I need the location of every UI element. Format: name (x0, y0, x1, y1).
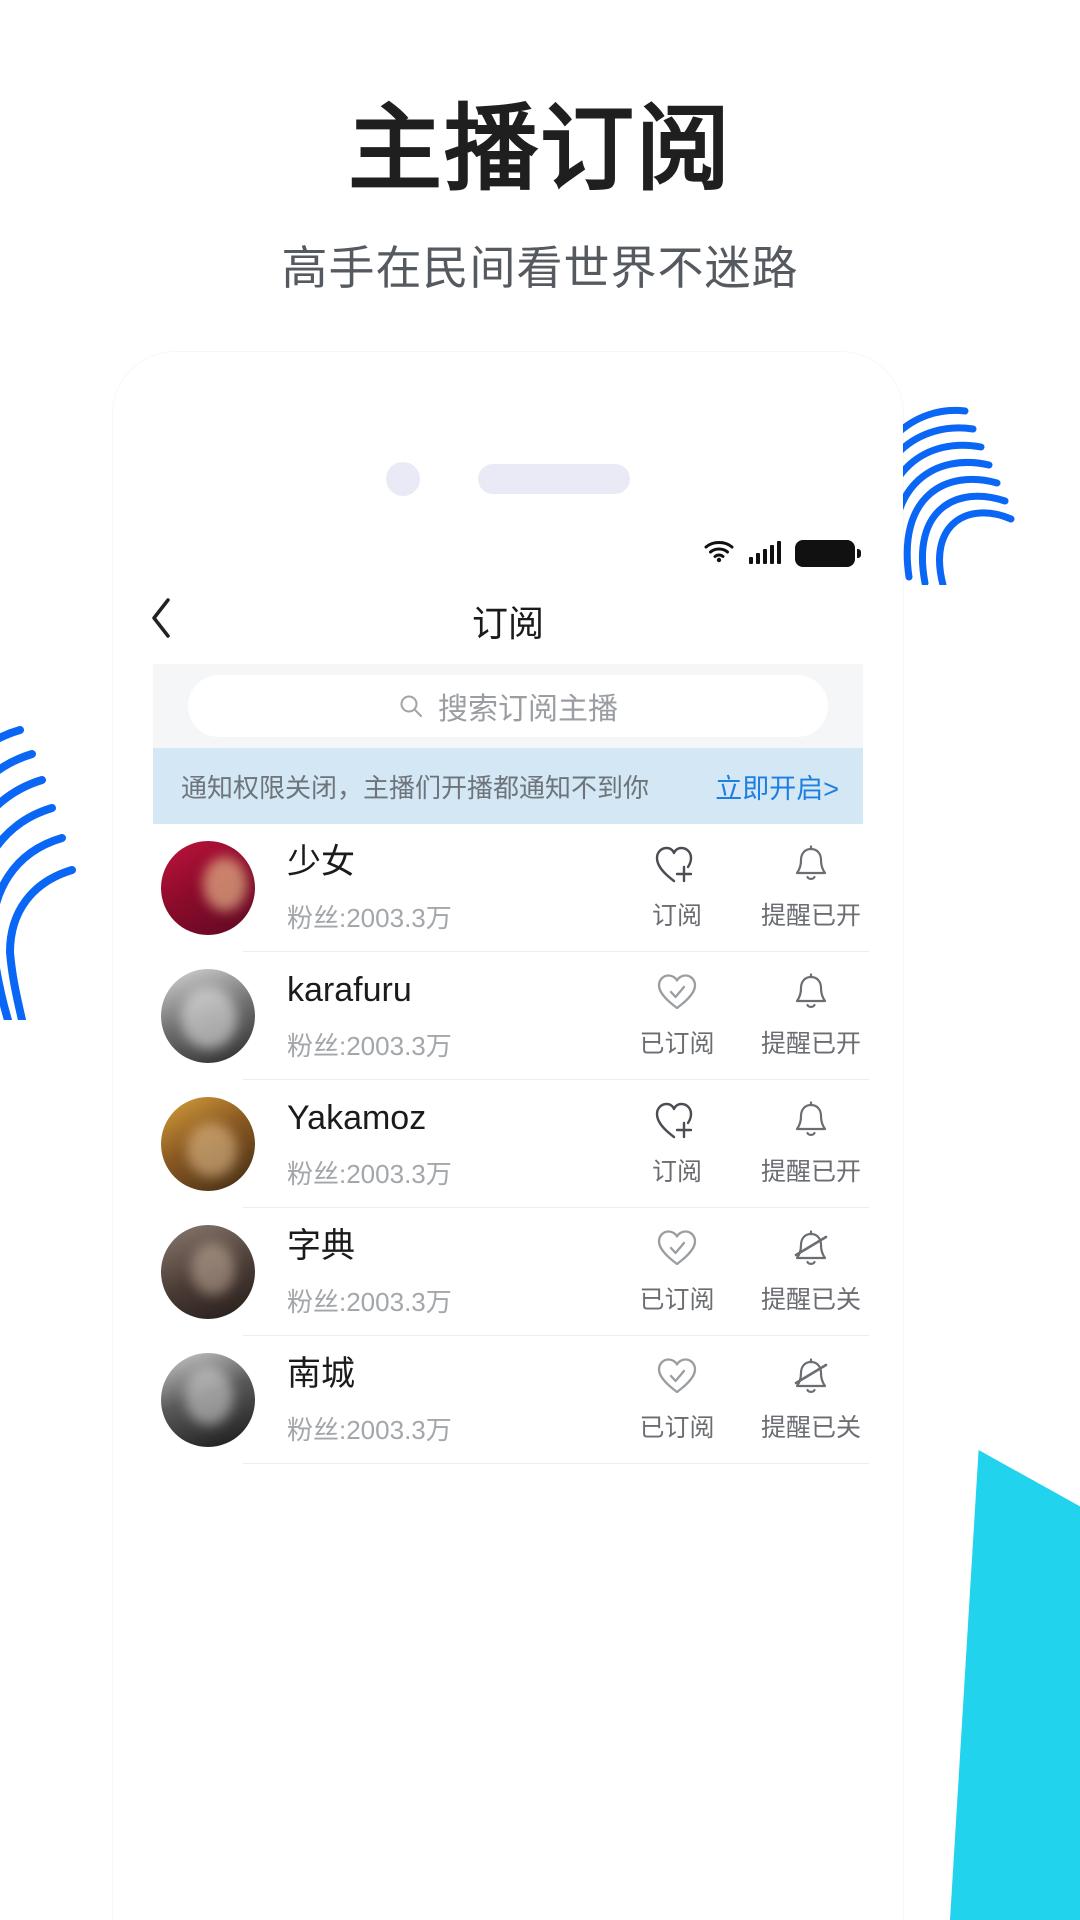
fans-count: 粉丝:2003.3万 (287, 1158, 452, 1189)
remind-label: 提醒已关 (760, 1286, 861, 1314)
row-actions: 已订阅 提醒已关 (619, 1228, 869, 1316)
bell-icon (791, 1100, 831, 1142)
camera-dot (386, 462, 420, 496)
avatar (161, 841, 255, 935)
app-navbar: 订阅 (113, 584, 903, 658)
banner-message: 通知权限关闭，主播们开播都通知不到你 (181, 772, 650, 803)
page-subtitle: 高手在民间看世界不迷路 (281, 242, 799, 294)
table-row[interactable]: Yakamoz 粉丝:2003.3万 订阅 提醒已开 (113, 1080, 903, 1208)
fans-count: 粉丝:2003.3万 (287, 1286, 452, 1317)
cellular-signal-icon (749, 541, 781, 564)
subscribe-button[interactable]: 已订阅 (619, 1228, 735, 1316)
battery-icon (795, 539, 861, 567)
fans-count: 粉丝:2003.3万 (287, 1414, 452, 1445)
remind-label: 提醒已开 (760, 1030, 861, 1058)
remind-button[interactable]: 提醒已开 (753, 1100, 869, 1188)
bell-icon (791, 972, 831, 1014)
avatar (161, 1353, 255, 1447)
streamer-name: Yakamoz (287, 1099, 427, 1138)
subscribe-label: 订阅 (651, 1158, 702, 1186)
avatar (161, 1097, 255, 1191)
heart-check-icon (654, 1228, 700, 1270)
subscribe-button[interactable]: 已订阅 (619, 1356, 735, 1444)
table-row[interactable]: karafuru 粉丝:2003.3万 已订阅 提醒已开 (113, 952, 903, 1080)
heart-check-icon (654, 972, 700, 1014)
streamer-info: karafuru 粉丝:2003.3万 (255, 969, 619, 1063)
avatar (161, 969, 255, 1063)
subscription-list: 少女 粉丝:2003.3万 订阅 提醒已开 karafuru 粉丝:2003.3… (113, 824, 903, 1464)
bell-slash-icon (790, 1228, 832, 1270)
fans-count: 粉丝:2003.3万 (287, 902, 452, 933)
phone-mockup: 订阅 搜索订阅主播 通知权限关闭，主播们开播都通知不到你 立即开启> 少女 粉丝… (113, 352, 903, 1920)
streamer-name: 字典 (287, 1227, 355, 1266)
table-row[interactable]: 字典 粉丝:2003.3万 已订阅 提醒已关 (113, 1208, 903, 1336)
subscribe-label: 已订阅 (639, 1030, 715, 1058)
table-row[interactable]: 南城 粉丝:2003.3万 已订阅 提醒已关 (113, 1336, 903, 1464)
heart-check-icon (654, 1356, 700, 1398)
bell-icon (791, 844, 831, 886)
remind-button[interactable]: 提醒已关 (753, 1228, 869, 1316)
notification-permission-banner: 通知权限关闭，主播们开播都通知不到你 立即开启> (153, 748, 863, 824)
page-title: 主播订阅 (347, 96, 732, 201)
search-input[interactable]: 搜索订阅主播 (188, 675, 828, 737)
heart-plus-icon (654, 844, 700, 886)
navbar-title: 订阅 (471, 603, 544, 644)
fingerprint-graphic-left (0, 720, 80, 1020)
subscribe-button[interactable]: 已订阅 (619, 972, 735, 1060)
subscribe-label: 已订阅 (639, 1286, 715, 1314)
wifi-icon (703, 539, 735, 568)
subscribe-label: 订阅 (651, 902, 702, 930)
bell-slash-icon (790, 1356, 832, 1398)
remind-button[interactable]: 提醒已关 (753, 1356, 869, 1444)
streamer-info: 南城 粉丝:2003.3万 (255, 1353, 619, 1447)
accent-shape-cyan (950, 1450, 1080, 1920)
remind-label: 提醒已开 (760, 1158, 861, 1186)
row-actions: 已订阅 提醒已关 (619, 1356, 869, 1444)
row-actions: 已订阅 提醒已开 (619, 972, 869, 1060)
streamer-name: 南城 (287, 1355, 355, 1394)
speaker-bar (478, 464, 630, 494)
streamer-info: Yakamoz 粉丝:2003.3万 (255, 1097, 619, 1191)
enable-notifications-link[interactable]: 立即开启> (715, 767, 839, 806)
remind-label: 提醒已关 (760, 1414, 861, 1442)
streamer-name: 少女 (287, 843, 355, 882)
remind-button[interactable]: 提醒已开 (753, 972, 869, 1060)
row-actions: 订阅 提醒已开 (619, 844, 869, 932)
subscribe-button[interactable]: 订阅 (619, 1100, 735, 1188)
streamer-name: karafuru (287, 971, 412, 1010)
search-placeholder: 搜索订阅主播 (438, 693, 618, 726)
status-bar (113, 530, 903, 576)
row-actions: 订阅 提醒已开 (619, 1100, 869, 1188)
remind-label: 提醒已开 (760, 902, 861, 930)
fans-count: 粉丝:2003.3万 (287, 1030, 452, 1061)
table-row[interactable]: 少女 粉丝:2003.3万 订阅 提醒已开 (113, 824, 903, 952)
streamer-info: 少女 粉丝:2003.3万 (255, 841, 619, 935)
subscribe-label: 已订阅 (639, 1414, 715, 1442)
remind-button[interactable]: 提醒已开 (753, 844, 869, 932)
heart-plus-icon (654, 1100, 700, 1142)
subscribe-button[interactable]: 订阅 (619, 844, 735, 932)
search-icon (398, 693, 424, 719)
phone-notch (113, 462, 903, 496)
search-bar-container: 搜索订阅主播 (153, 664, 863, 748)
streamer-info: 字典 粉丝:2003.3万 (255, 1225, 619, 1319)
avatar (161, 1225, 255, 1319)
